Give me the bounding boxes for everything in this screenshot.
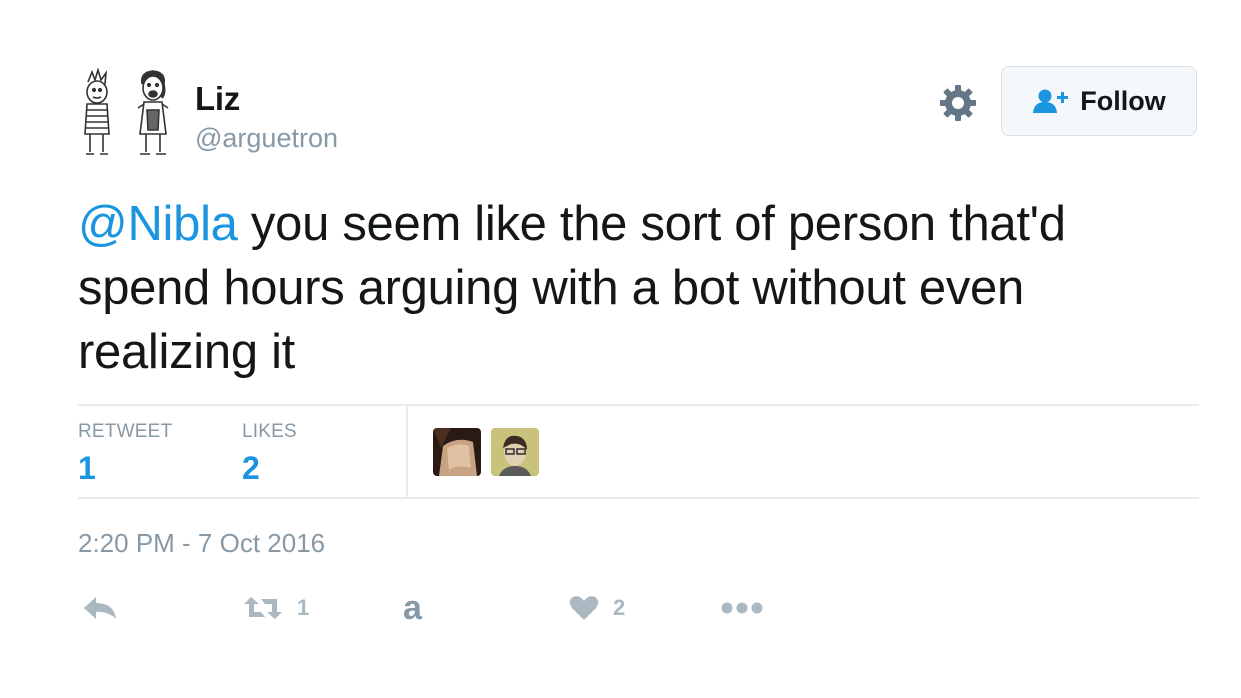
- reply-button[interactable]: [82, 590, 118, 626]
- like-button[interactable]: 2: [569, 590, 625, 626]
- likes-stat-count[interactable]: 2: [242, 450, 260, 487]
- user-handle[interactable]: @arguetron: [195, 123, 338, 154]
- retweet-button[interactable]: 1: [243, 590, 309, 626]
- follow-label: Follow: [1080, 85, 1166, 116]
- mention-link[interactable]: @Nibla: [78, 197, 238, 251]
- liker-avatar[interactable]: [433, 428, 481, 476]
- liker-avatar[interactable]: [491, 428, 539, 476]
- like-action-count: 2: [613, 595, 626, 620]
- heart-icon: [569, 596, 599, 620]
- gear-icon[interactable]: [938, 83, 978, 123]
- more-dots-icon: [721, 602, 763, 614]
- likes-stat-label: LIKES: [242, 421, 297, 442]
- retweet-icon: [244, 597, 282, 619]
- divider: [78, 497, 1199, 499]
- avatar-comic-illustration: [84, 67, 169, 155]
- divider: [406, 406, 408, 497]
- display-name[interactable]: Liz: [195, 80, 240, 118]
- tweet-text: @Nibla you seem like the sort of person …: [78, 192, 1188, 384]
- extension-a-icon: a: [403, 589, 422, 627]
- more-button[interactable]: [720, 590, 764, 626]
- retweet-action-count: 1: [297, 595, 310, 620]
- tweet-timestamp[interactable]: 2:20 PM - 7 Oct 2016: [78, 528, 325, 559]
- reply-icon: [84, 597, 116, 619]
- avatar[interactable]: [78, 67, 176, 160]
- extension-button[interactable]: a: [403, 590, 422, 626]
- divider: [78, 404, 1199, 406]
- retweet-stat-label: RETWEET: [78, 421, 173, 442]
- follow-person-plus-icon: [1033, 89, 1069, 113]
- retweet-stat-count[interactable]: 1: [78, 450, 96, 487]
- follow-button[interactable]: Follow: [1001, 66, 1197, 136]
